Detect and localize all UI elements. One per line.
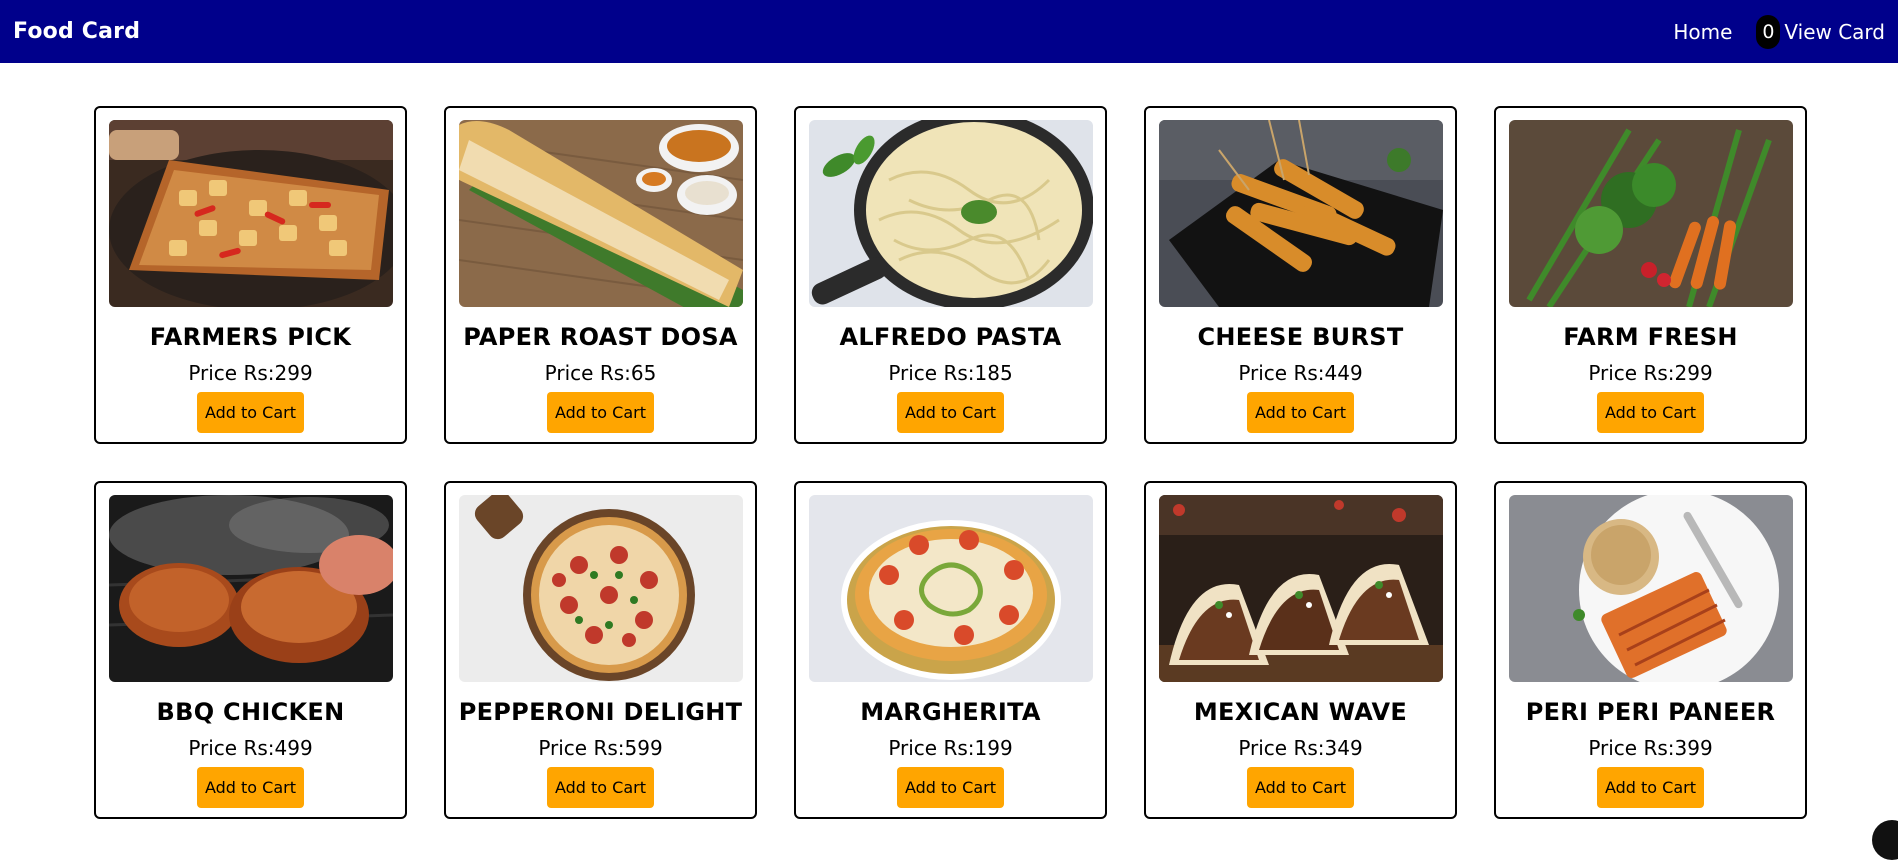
alfredo-pasta-image	[809, 120, 1093, 307]
food-name: FARMERS PICK	[150, 323, 351, 351]
view-cart-label: View Card	[1784, 20, 1885, 44]
food-price: Price Rs:185	[888, 361, 1012, 385]
food-name: MARGHERITA	[860, 698, 1041, 726]
farmers-pick-pizza-image	[109, 120, 393, 307]
add-to-cart-button[interactable]: Add to Cart	[547, 392, 654, 433]
food-grid: FARMERS PICK Price Rs:299 Add to Cart	[94, 106, 1807, 819]
food-name: MEXICAN WAVE	[1194, 698, 1407, 726]
add-to-cart-button[interactable]: Add to Cart	[1247, 392, 1354, 433]
food-price: Price Rs:199	[888, 736, 1012, 760]
food-card: MARGHERITA Price Rs:199 Add to Cart	[794, 481, 1107, 819]
paper-roast-dosa-image	[459, 120, 743, 307]
food-card: PERI PERI PANEER Price Rs:399 Add to Car…	[1494, 481, 1807, 819]
add-to-cart-button[interactable]: Add to Cart	[1597, 392, 1704, 433]
food-price: Price Rs:399	[1588, 736, 1712, 760]
food-card: BBQ CHICKEN Price Rs:499 Add to Cart	[94, 481, 407, 819]
food-card: FARMERS PICK Price Rs:299 Add to Cart	[94, 106, 407, 444]
pepperoni-pizza-image	[459, 495, 743, 682]
food-card: FARM FRESH Price Rs:299 Add to Cart	[1494, 106, 1807, 444]
food-card: ALFREDO PASTA Price Rs:185 Add to Cart	[794, 106, 1107, 444]
mexican-tacos-image	[1159, 495, 1443, 682]
peri-peri-paneer-image	[1509, 495, 1793, 682]
food-price: Price Rs:449	[1238, 361, 1362, 385]
add-to-cart-button[interactable]: Add to Cart	[897, 392, 1004, 433]
food-name: ALFREDO PASTA	[839, 323, 1061, 351]
food-price: Price Rs:299	[1588, 361, 1712, 385]
farm-fresh-vegetables-image	[1509, 120, 1793, 307]
food-price: Price Rs:65	[545, 361, 657, 385]
bbq-chicken-image	[109, 495, 393, 682]
food-card: PEPPERONI DELIGHT Price Rs:599 Add to Ca…	[444, 481, 757, 819]
nav-links: Home 0 View Card	[1673, 0, 1885, 63]
food-price: Price Rs:599	[538, 736, 662, 760]
cart-count-badge: 0	[1756, 15, 1780, 49]
cheese-burst-sticks-image	[1159, 120, 1443, 307]
view-cart-link[interactable]: 0 View Card	[1756, 15, 1885, 49]
food-card: PAPER ROAST DOSA Price Rs:65 Add to Cart	[444, 106, 757, 444]
food-name: FARM FRESH	[1563, 323, 1738, 351]
food-name: CHEESE BURST	[1197, 323, 1403, 351]
nav-home-link[interactable]: Home	[1673, 20, 1732, 44]
add-to-cart-button[interactable]: Add to Cart	[197, 392, 304, 433]
food-price: Price Rs:349	[1238, 736, 1362, 760]
food-price: Price Rs:499	[188, 736, 312, 760]
food-card: MEXICAN WAVE Price Rs:349 Add to Cart	[1144, 481, 1457, 819]
food-name: PAPER ROAST DOSA	[463, 323, 738, 351]
chat-widget-icon[interactable]	[1872, 820, 1898, 860]
add-to-cart-button[interactable]: Add to Cart	[547, 767, 654, 808]
food-name: PERI PERI PANEER	[1526, 698, 1776, 726]
food-name: BBQ CHICKEN	[157, 698, 345, 726]
food-card: CHEESE BURST Price Rs:449 Add to Cart	[1144, 106, 1457, 444]
add-to-cart-button[interactable]: Add to Cart	[1247, 767, 1354, 808]
food-name: PEPPERONI DELIGHT	[459, 698, 743, 726]
add-to-cart-button[interactable]: Add to Cart	[197, 767, 304, 808]
navbar: Food Card Home 0 View Card	[0, 0, 1898, 63]
add-to-cart-button[interactable]: Add to Cart	[1597, 767, 1704, 808]
food-price: Price Rs:299	[188, 361, 312, 385]
add-to-cart-button[interactable]: Add to Cart	[897, 767, 1004, 808]
margherita-pizza-image	[809, 495, 1093, 682]
brand-title[interactable]: Food Card	[13, 19, 140, 44]
